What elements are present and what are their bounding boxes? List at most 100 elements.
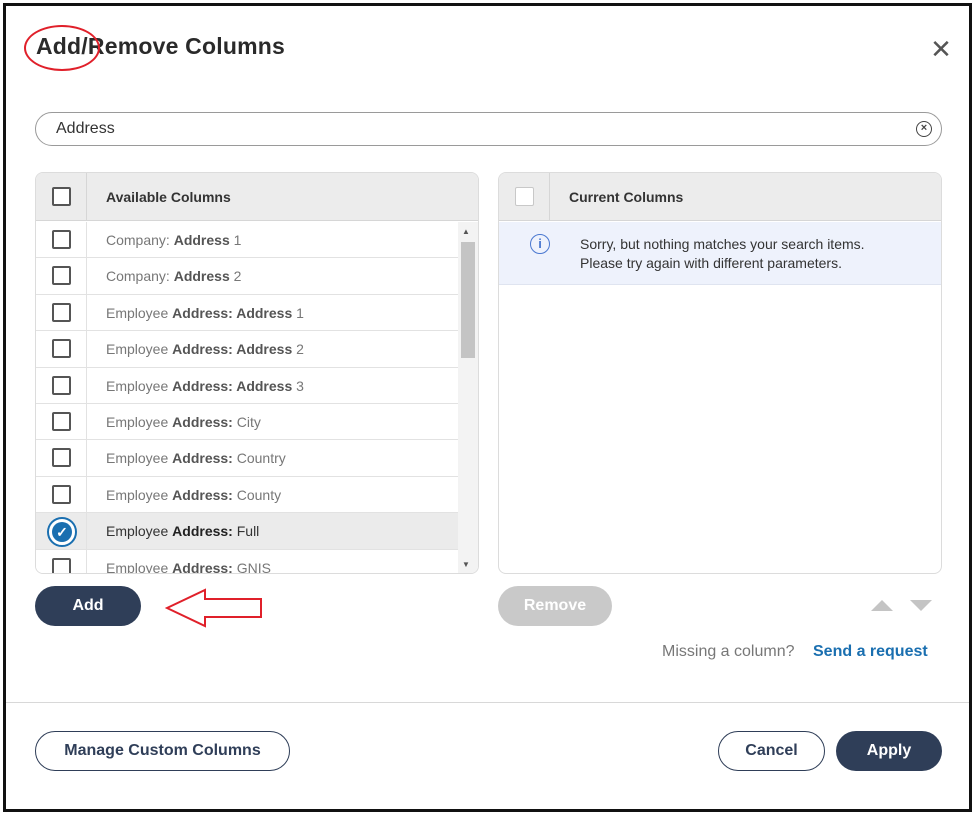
close-icon[interactable]: ✕	[928, 36, 954, 62]
row-checkbox[interactable]	[52, 375, 71, 395]
scrollbar-thumb[interactable]	[461, 242, 475, 358]
column-name: Company: Address 2	[106, 268, 241, 284]
checkbox-cell	[36, 222, 87, 258]
checkmark-icon: ✓	[52, 522, 72, 543]
search-field[interactable]: ×	[35, 112, 942, 146]
checkbox-cell	[36, 331, 87, 367]
column-name-suffix: 1	[229, 232, 242, 248]
column-name: Employee Address: Country	[106, 450, 286, 466]
checkbox-cell	[36, 476, 87, 513]
row-checkbox[interactable]	[52, 448, 71, 468]
checkbox-cell	[36, 403, 87, 440]
manage-custom-columns-button[interactable]: Manage Custom Columns	[35, 731, 290, 771]
column-name-prefix: Employee	[106, 450, 173, 467]
column-name-suffix: Country	[232, 450, 286, 467]
column-name: Employee Address: GNIS	[106, 559, 271, 574]
list-item[interactable]: Company: Address 1	[36, 222, 458, 259]
footer-divider	[6, 702, 969, 703]
column-name-match: Address: Address	[172, 377, 293, 394]
scroll-down-arrow-icon[interactable]: ▼	[462, 560, 470, 570]
column-name-match: Address: Address	[172, 304, 293, 321]
column-name-prefix: Employee	[106, 486, 173, 503]
list-item[interactable]: Employee Address: Address 3	[36, 367, 458, 404]
select-all-available-checkbox[interactable]	[52, 187, 71, 206]
checkbox-cell	[36, 258, 87, 294]
column-name-match: Address:	[172, 523, 233, 540]
dialog-title: Add/Remove Columns	[36, 33, 285, 59]
column-name-match: Address: Address	[172, 341, 293, 358]
list-item[interactable]: Employee Address: Country	[36, 440, 458, 477]
column-name: Company: Address 1	[106, 232, 241, 248]
checkbox-cell	[36, 549, 87, 573]
list-item[interactable]: Employee Address: City	[36, 403, 458, 441]
column-name: Employee Address: Address 1	[106, 305, 304, 321]
send-request-link[interactable]: Send a request	[813, 643, 928, 661]
checkbox-cell	[36, 440, 87, 476]
column-name-suffix: 1	[292, 304, 304, 321]
move-up-arrow-icon[interactable]	[871, 600, 893, 611]
notice-line-2: Please try again with different paramete…	[580, 255, 842, 271]
list-item[interactable]: ✓ Employee Address: Full	[36, 513, 458, 550]
available-columns-label: Available Columns	[106, 189, 231, 205]
list-item[interactable]: Company: Address 2	[36, 258, 458, 295]
list-item[interactable]: Employee Address: Address 2	[36, 331, 458, 368]
move-down-arrow-icon[interactable]	[910, 600, 932, 611]
column-name-suffix: GNIS	[232, 559, 271, 574]
search-input[interactable]	[54, 118, 914, 140]
available-columns-panel: Available Columns Company: Address 1 Comp…	[35, 172, 479, 574]
column-name-match: Address:	[172, 413, 233, 430]
row-checkbox[interactable]	[52, 557, 71, 573]
list-item[interactable]: Employee Address: GNIS	[36, 549, 458, 574]
apply-button[interactable]: Apply	[836, 731, 942, 771]
column-name-match: Address	[173, 268, 230, 285]
column-name: Employee Address: Full	[106, 523, 259, 539]
row-checkbox[interactable]	[52, 302, 71, 322]
row-checkbox[interactable]	[52, 266, 71, 286]
available-scrollbar[interactable]: ▲ ▼	[458, 222, 478, 573]
list-item[interactable]: Employee Address: County	[36, 476, 458, 514]
column-name-suffix: City	[232, 413, 261, 430]
column-name: Employee Address: Address 2	[106, 341, 304, 357]
available-columns-list: Company: Address 1 Company: Address 2 Empl…	[36, 222, 458, 574]
column-name-prefix: Employee	[106, 559, 173, 574]
checked-checkbox[interactable]: ✓	[47, 517, 77, 548]
annotation-arrow	[165, 588, 262, 628]
column-name-suffix: Full	[232, 523, 260, 540]
column-name-prefix: Company:	[106, 268, 174, 285]
info-icon: i	[530, 234, 550, 254]
column-name-match: Address:	[172, 486, 233, 503]
select-all-current-checkbox[interactable]	[515, 187, 534, 206]
checkbox-cell	[36, 367, 87, 403]
select-all-cell	[36, 173, 87, 221]
remove-button[interactable]: Remove	[498, 586, 612, 626]
column-name-match: Address:	[172, 450, 233, 467]
column-name: Employee Address: Address 3	[106, 378, 304, 394]
row-checkbox[interactable]	[52, 339, 71, 359]
add-button[interactable]: Add	[35, 586, 141, 626]
column-name-prefix: Company:	[106, 232, 174, 248]
row-checkbox[interactable]	[52, 230, 71, 249]
row-checkbox[interactable]	[52, 484, 71, 504]
scroll-up-arrow-icon[interactable]: ▲	[462, 227, 470, 237]
column-name-prefix: Employee	[106, 523, 173, 540]
no-results-notice: i Sorry, but nothing matches your search…	[499, 222, 941, 285]
missing-column-text: Missing a column?	[662, 643, 795, 660]
notice-line-1: Sorry, but nothing matches your search i…	[580, 236, 865, 252]
list-item[interactable]: Employee Address: Address 1	[36, 294, 458, 332]
select-all-cell	[499, 173, 550, 221]
column-name: Employee Address: City	[106, 414, 261, 430]
column-name-prefix: Employee	[106, 377, 173, 394]
column-name-prefix: Employee	[106, 413, 173, 430]
current-columns-header: Current Columns	[499, 173, 941, 221]
clear-circle-icon[interactable]: ×	[916, 121, 932, 137]
column-name-prefix: Employee	[106, 341, 173, 358]
cancel-button[interactable]: Cancel	[718, 731, 825, 771]
column-name: Employee Address: County	[106, 487, 281, 503]
column-name-match: Address:	[172, 559, 233, 574]
checkbox-cell	[36, 294, 87, 331]
current-columns-label: Current Columns	[569, 189, 684, 205]
no-results-message: Sorry, but nothing matches your search i…	[580, 235, 865, 273]
column-name-suffix: 3	[292, 377, 304, 394]
current-columns-panel: Current Columns i Sorry, but nothing mat…	[498, 172, 942, 574]
row-checkbox[interactable]	[52, 411, 71, 431]
